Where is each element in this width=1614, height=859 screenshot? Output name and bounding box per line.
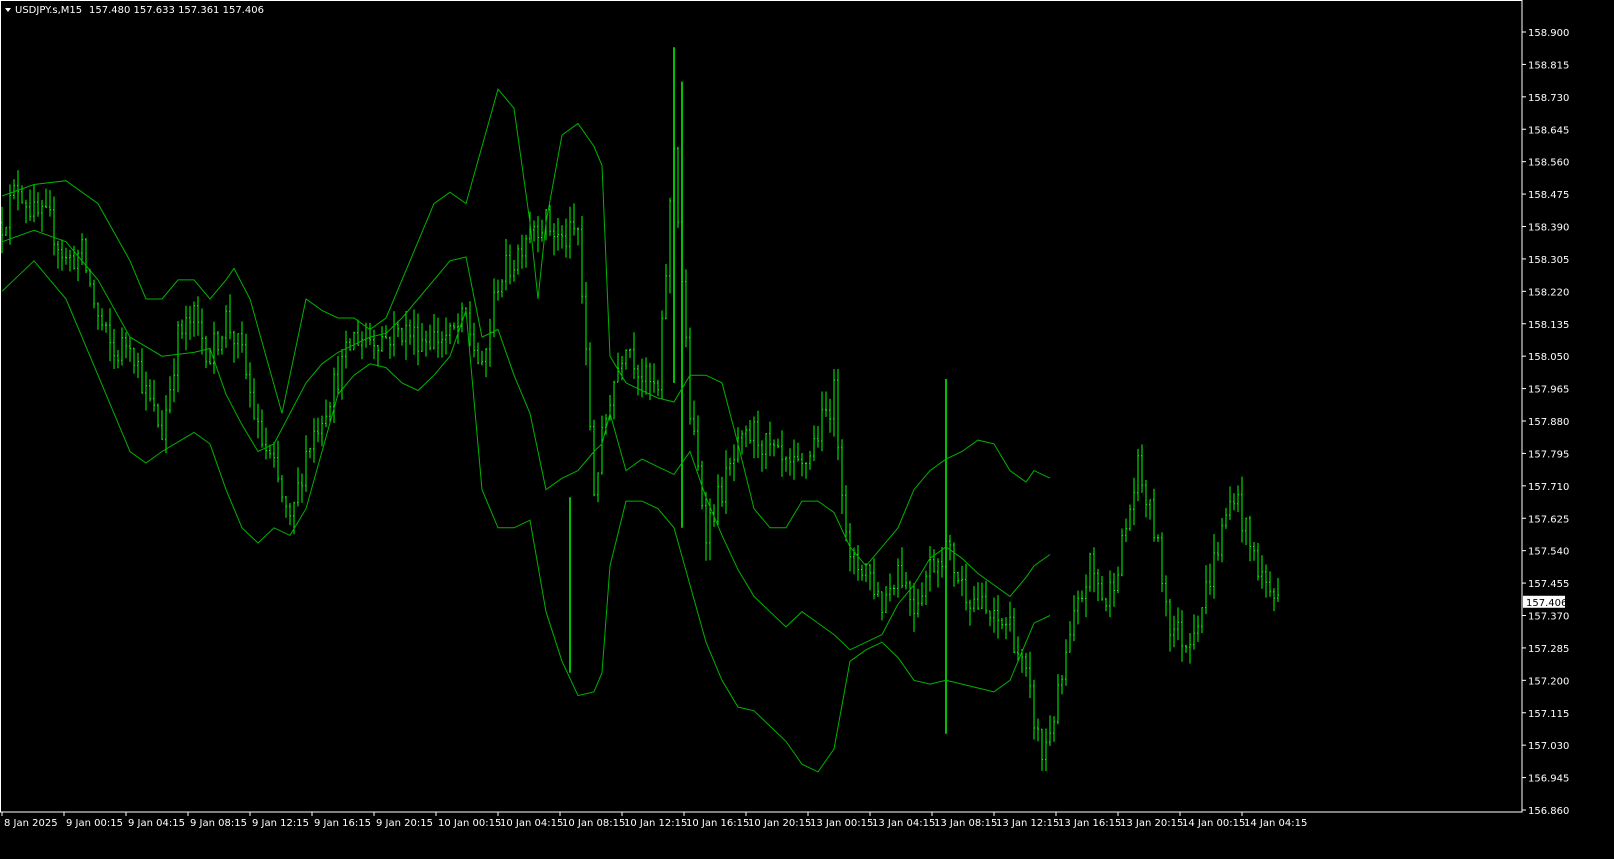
y-tick-label: 156.945 xyxy=(1528,774,1569,785)
x-tick-label: 13 Jan 00:15 xyxy=(810,818,873,829)
x-tick-label: 10 Jan 04:15 xyxy=(500,818,563,829)
y-tick-label: 157.200 xyxy=(1528,676,1569,687)
x-tick-label: 13 Jan 08:15 xyxy=(934,818,997,829)
x-tick-label: 13 Jan 20:15 xyxy=(1120,818,1183,829)
y-tick-label: 158.305 xyxy=(1528,255,1569,266)
y-tick-label: 158.220 xyxy=(1528,287,1569,298)
y-tick-label: 157.030 xyxy=(1528,741,1569,752)
x-tick-label: 10 Jan 20:15 xyxy=(748,818,811,829)
x-tick-label: 13 Jan 04:15 xyxy=(872,818,935,829)
y-tick-label: 157.795 xyxy=(1528,449,1569,460)
y-tick-label: 157.625 xyxy=(1528,514,1569,525)
y-tick-label: 157.710 xyxy=(1528,482,1569,493)
y-tick-label: 157.965 xyxy=(1528,385,1569,396)
y-tick-label: 157.285 xyxy=(1528,644,1569,655)
x-tick-label: 10 Jan 12:15 xyxy=(624,818,687,829)
x-tick-label: 13 Jan 16:15 xyxy=(1058,818,1121,829)
y-tick-label: 158.390 xyxy=(1528,223,1569,234)
y-tick-label: 158.645 xyxy=(1528,125,1569,136)
current-price-label: 157.406 xyxy=(1526,598,1567,609)
x-tick-label: 14 Jan 00:15 xyxy=(1182,818,1245,829)
y-tick-label: 157.115 xyxy=(1528,709,1569,720)
y-tick-label: 157.370 xyxy=(1528,612,1569,623)
y-tick-label: 158.560 xyxy=(1528,158,1569,169)
x-tick-label: 10 Jan 00:15 xyxy=(438,818,501,829)
y-tick-label: 158.050 xyxy=(1528,352,1569,363)
y-tick-label: 158.900 xyxy=(1528,28,1569,39)
y-tick-label: 158.475 xyxy=(1528,190,1569,201)
x-tick-label: 9 Jan 16:15 xyxy=(314,818,371,829)
x-tick-label: 10 Jan 08:15 xyxy=(562,818,625,829)
y-tick-label: 158.135 xyxy=(1528,320,1569,331)
ohlc-values: 157.480 157.633 157.361 157.406 xyxy=(89,5,264,16)
x-tick-label: 10 Jan 16:15 xyxy=(686,818,749,829)
x-tick-label: 9 Jan 12:15 xyxy=(252,818,309,829)
y-tick-label: 158.730 xyxy=(1528,93,1569,104)
x-tick-label: 9 Jan 04:15 xyxy=(128,818,185,829)
chart-background xyxy=(0,0,1614,859)
chart-header: USDJPY.s,M15 157.480 157.633 157.361 157… xyxy=(5,5,264,16)
x-tick-label: 9 Jan 00:15 xyxy=(66,818,123,829)
y-tick-label: 157.880 xyxy=(1528,417,1569,428)
y-tick-label: 157.455 xyxy=(1528,579,1569,590)
x-tick-label: 9 Jan 20:15 xyxy=(376,818,433,829)
y-tick-label: 156.860 xyxy=(1528,806,1569,817)
x-tick-label: 14 Jan 04:15 xyxy=(1244,818,1307,829)
x-tick-label: 9 Jan 08:15 xyxy=(190,818,247,829)
x-tick-label: 13 Jan 12:15 xyxy=(996,818,1059,829)
y-tick-label: 157.540 xyxy=(1528,547,1569,558)
x-tick-label: 8 Jan 2025 xyxy=(4,818,58,829)
price-chart[interactable]: 158.900 158.815 158.730 158.645 158.560 158.4… xyxy=(0,0,1614,859)
symbol-label: USDJPY.s,M15 xyxy=(15,5,82,16)
y-tick-label: 158.815 xyxy=(1528,60,1569,71)
